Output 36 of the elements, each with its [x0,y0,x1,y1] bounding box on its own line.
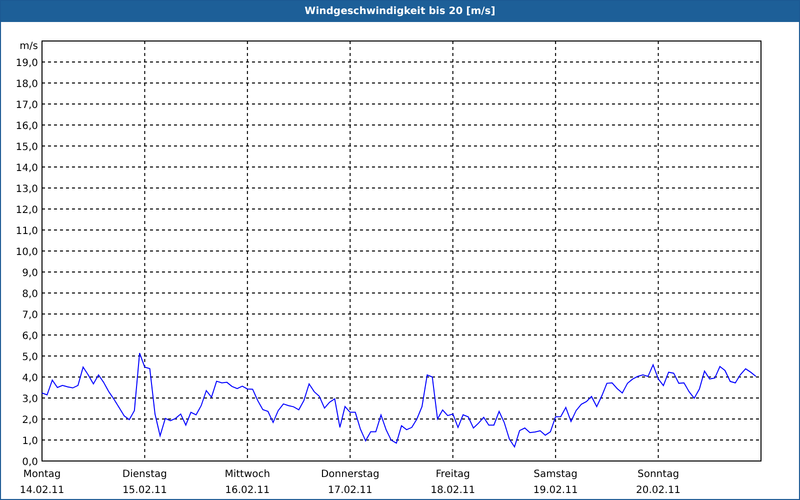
y-tick-label: 15,0 [16,142,38,153]
y-tick-label: 4,0 [22,373,38,384]
y-tick-label: 16,0 [16,121,38,132]
y-tick-label: 9,0 [22,268,38,279]
date-label: 16.02.11 [225,485,270,496]
y-tick-label: 5,0 [22,352,38,363]
date-label: 17.02.11 [328,485,372,496]
y-tick-label: 7,0 [22,310,38,321]
x-tick-label: Sonntag [638,469,680,480]
y-tick-label: 12,0 [16,205,38,216]
x-tick-label: Dienstag [122,469,167,480]
x-tick-label: Samstag [534,469,578,480]
x-tick-label: Donnerstag [320,469,380,480]
x-tick-label: Freitag [436,469,470,480]
y-tick-label: 14,0 [16,163,38,174]
date-label: 15.02.11 [122,485,167,496]
y-tick-label: 2,0 [22,415,38,426]
y-axis-label: m/s [20,41,38,52]
y-tick-label: 11,0 [16,226,38,237]
y-tick-label: 3,0 [22,394,38,405]
date-label: 19.02.11 [533,485,578,496]
window-title: Windgeschwindigkeit bis 20 [m/s] [304,6,496,17]
y-tick-label: 6,0 [22,331,38,342]
y-tick-label: 19,0 [16,58,38,69]
date-label: 14.02.11 [20,485,64,496]
y-tick-label: 1,0 [22,436,38,447]
date-label: 20.02.11 [636,485,681,496]
y-tick-label: 17,0 [16,100,38,111]
date-label: 18.02.11 [430,485,476,496]
y-tick-label: 13,0 [16,184,38,195]
y-tick-label: 8,0 [22,289,38,300]
y-tick-label: 10,0 [16,247,38,258]
x-tick-label: Mittwoch [224,469,270,480]
y-tick-label: 18,0 [16,79,38,90]
y-tick-label: 0,0 [22,457,38,468]
x-tick-label: Montag [23,469,61,480]
